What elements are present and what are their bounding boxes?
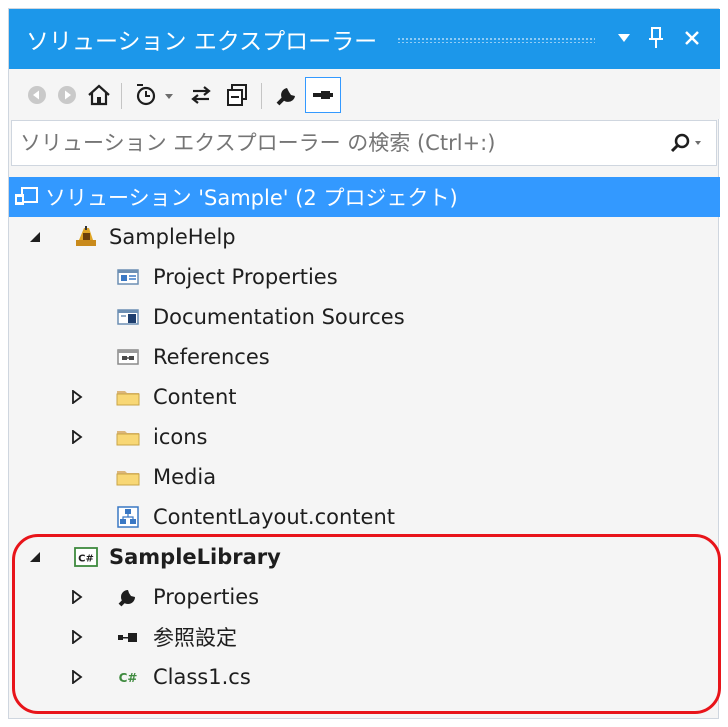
tree-item-content-layout[interactable]: ContentLayout.content bbox=[9, 497, 720, 537]
tree-item-label: Content bbox=[153, 385, 237, 409]
search-icon[interactable] bbox=[668, 129, 712, 159]
tree-item-label: 参照設定 bbox=[153, 626, 237, 650]
tree-item-folder-icons[interactable]: icons bbox=[9, 417, 720, 457]
tree-item-label: Media bbox=[153, 465, 217, 489]
tree-item-documentation-sources[interactable]: Documentation Sources bbox=[9, 297, 720, 337]
references-icon bbox=[115, 344, 141, 370]
tree-item-label: ソリューション 'Sample' (2 プロジェクト) bbox=[45, 186, 458, 210]
home-icon[interactable] bbox=[83, 79, 115, 111]
tree-item-label: Documentation Sources bbox=[153, 305, 405, 329]
tree-item-label: ContentLayout.content bbox=[153, 505, 395, 529]
window-title: ソリューション エクスプローラー bbox=[26, 29, 378, 55]
tree-item-label: Properties bbox=[153, 585, 260, 609]
tree-item-solution[interactable]: ソリューション 'Sample' (2 プロジェクト) bbox=[9, 177, 720, 217]
toolbar bbox=[9, 69, 720, 119]
preview-selected-items-icon[interactable] bbox=[305, 77, 341, 113]
tree-item-folder-media[interactable]: Media bbox=[9, 457, 720, 497]
toolbar-separator bbox=[121, 83, 122, 109]
collapsed-arrow-icon[interactable] bbox=[69, 669, 85, 685]
folder-icon bbox=[115, 424, 141, 450]
tree-item-label: Project Properties bbox=[153, 265, 338, 289]
expanded-arrow-icon[interactable] bbox=[27, 229, 43, 245]
tree-item-references[interactable]: References bbox=[9, 337, 720, 377]
help-project-icon bbox=[73, 224, 99, 250]
csharp-file-icon: C# bbox=[115, 664, 141, 690]
search-box[interactable] bbox=[11, 120, 717, 166]
references-icon bbox=[115, 624, 141, 650]
folder-icon bbox=[115, 384, 141, 410]
folder-icon bbox=[115, 464, 141, 490]
tree-item-label: SampleHelp bbox=[109, 225, 236, 249]
solution-icon bbox=[13, 184, 39, 210]
svg-text:C#: C# bbox=[78, 554, 94, 565]
title-drag-grip[interactable] bbox=[397, 37, 595, 43]
properties-icon[interactable] bbox=[271, 79, 303, 111]
content-layout-icon bbox=[115, 504, 141, 530]
pending-changes-filter-icon[interactable] bbox=[131, 79, 181, 111]
svg-text:C#: C# bbox=[119, 671, 138, 685]
tree-item-references-jp[interactable]: 参照設定 bbox=[9, 617, 720, 657]
wrench-icon bbox=[115, 584, 141, 610]
documentation-sources-icon bbox=[115, 304, 141, 330]
collapsed-arrow-icon[interactable] bbox=[69, 429, 85, 445]
collapsed-arrow-icon[interactable] bbox=[69, 589, 85, 605]
collapsed-arrow-icon[interactable] bbox=[69, 389, 85, 405]
dropdown-arrow-icon[interactable] bbox=[609, 23, 639, 53]
tree-item-properties[interactable]: Properties bbox=[9, 577, 720, 617]
collapsed-arrow-icon[interactable] bbox=[69, 629, 85, 645]
solution-explorer-panel: ソリューション エクスプローラー ソリューション エクスプローラー の検索 (C… bbox=[8, 8, 721, 719]
forward-icon[interactable] bbox=[51, 79, 83, 111]
search-input[interactable] bbox=[20, 128, 640, 158]
csharp-project-icon: C# bbox=[73, 544, 99, 570]
close-icon[interactable] bbox=[677, 23, 707, 53]
tree-item-project-properties[interactable]: Project Properties bbox=[9, 257, 720, 297]
tree-item-class1-cs[interactable]: C# Class1.cs bbox=[9, 657, 720, 697]
tree-item-label: Class1.cs bbox=[153, 665, 251, 689]
project-properties-icon bbox=[115, 264, 141, 290]
expanded-arrow-icon[interactable] bbox=[27, 549, 43, 565]
tree-item-label: icons bbox=[153, 425, 208, 449]
pin-icon[interactable] bbox=[641, 23, 671, 53]
tree-item-project-samplelibrary[interactable]: C# SampleLibrary bbox=[9, 537, 720, 577]
tree-item-label: References bbox=[153, 345, 270, 369]
collapse-all-icon[interactable] bbox=[221, 79, 253, 111]
tree-item-project-samplehelp[interactable]: SampleHelp bbox=[9, 217, 720, 257]
back-icon[interactable] bbox=[21, 79, 53, 111]
title-bar[interactable]: ソリューション エクスプローラー bbox=[9, 9, 720, 69]
sync-with-active-document-icon[interactable] bbox=[185, 79, 217, 111]
toolbar-separator bbox=[261, 83, 262, 109]
tree-item-folder-content[interactable]: Content bbox=[9, 377, 720, 417]
tree-item-label: SampleLibrary bbox=[109, 545, 281, 569]
